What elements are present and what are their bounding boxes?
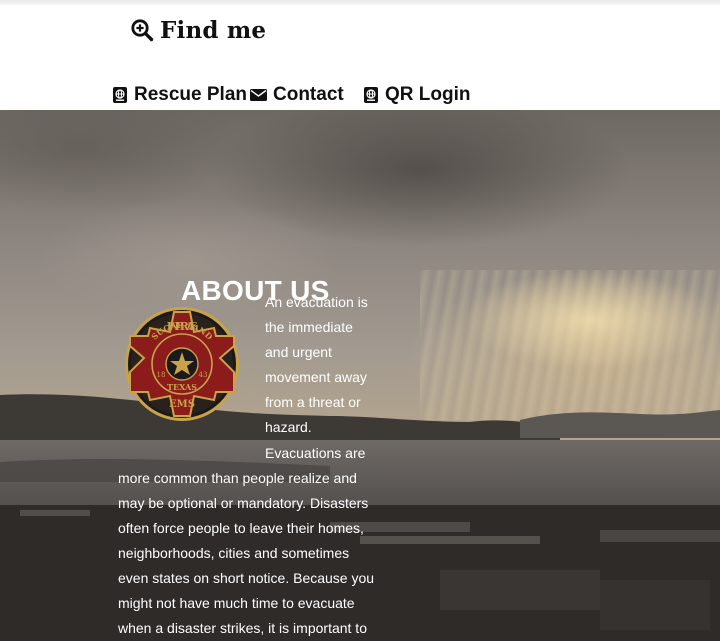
badge-left-year: 18 [157, 371, 166, 379]
nav-rescue-plan-label: Rescue Plan [134, 84, 247, 105]
browser-top-strip [0, 0, 720, 5]
badge-ems-text: EMS [169, 399, 195, 410]
site-brand[interactable]: Find me [130, 14, 266, 46]
fire-ems-badge-logo: FIRE SUGAR LAND 18 43 TEXAS EMS [125, 307, 239, 421]
passport-icon [364, 87, 378, 103]
hero-section: ABOUT US An evacuation is the immediate … [0, 110, 720, 641]
nav-rescue-plan[interactable]: Rescue Plan [111, 82, 247, 108]
badge-texas-text: TEXAS [167, 382, 197, 392]
passport-icon [113, 87, 127, 103]
nav-contact[interactable]: Contact [249, 82, 344, 108]
envelope-icon [250, 89, 267, 101]
nav-qr-login-label: QR Login [385, 84, 471, 105]
nav-contact-label: Contact [273, 84, 344, 105]
badge-right-year: 43 [199, 371, 208, 379]
site-title: Find me [160, 16, 267, 44]
nav-qr-login[interactable]: QR Login [362, 82, 470, 108]
search-plus-icon [131, 19, 154, 42]
